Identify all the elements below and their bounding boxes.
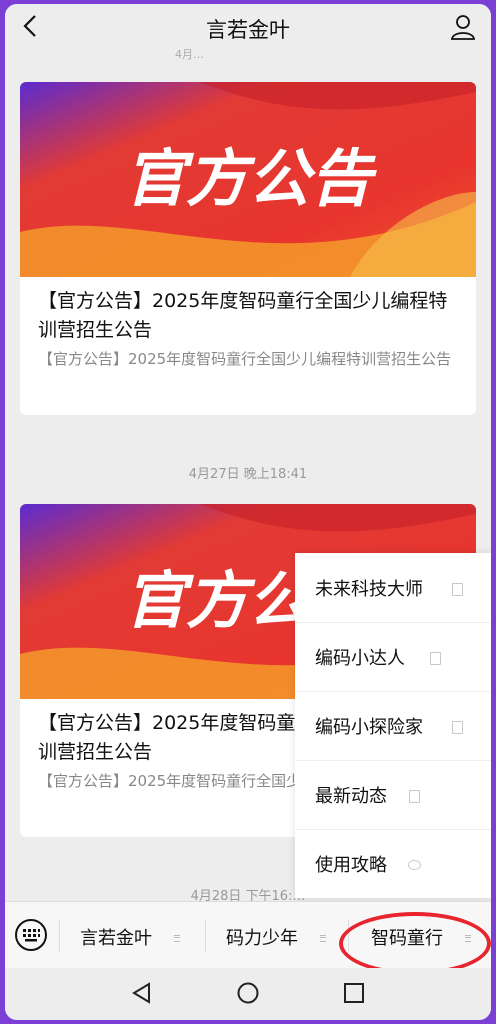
doc-icon — [452, 721, 463, 734]
nav-back-icon[interactable] — [130, 981, 154, 1005]
menu-item-label: 编码小达人 — [315, 648, 405, 669]
menu-item-label: 最新动态 — [315, 786, 387, 807]
wechat-official-account-screen: 言若金叶 4月… 官方公告 【官方公告】2025年度智码童行全国少儿编程特训营招 — [5, 4, 491, 1020]
doc-icon — [452, 583, 463, 596]
banner-title: 官方公告 — [124, 142, 377, 215]
announcement-banner-image: 官方公告 — [20, 82, 476, 277]
message-timestamp: 4月27日 晚上18:41 — [188, 467, 308, 482]
top-bar: 言若金叶 — [5, 4, 491, 48]
tab-yanruo-jinye[interactable]: 言若金叶 — [60, 902, 205, 969]
tab-mali-shaonian[interactable]: 码力少年 — [206, 902, 348, 969]
menu-lines-icon — [320, 935, 326, 942]
nav-recents-icon[interactable] — [342, 981, 366, 1005]
menu-item-usage-guide[interactable]: 使用攻略 — [295, 829, 491, 898]
page-title: 言若金叶 — [206, 18, 290, 42]
tab-label: 言若金叶 — [80, 928, 152, 949]
submenu-popup: 未来科技大师 编码小达人 编码小探险家 最新动态 使用攻略 — [295, 553, 491, 898]
nav-home-icon[interactable] — [236, 981, 260, 1005]
tab-label: 码力少年 — [226, 928, 298, 949]
menu-item-label: 使用攻略 — [315, 855, 387, 876]
menu-lines-icon — [174, 935, 180, 942]
menu-item-label: 编码小探险家 — [315, 717, 423, 738]
profile-icon[interactable] — [449, 13, 477, 41]
keyboard-icon[interactable] — [14, 918, 48, 952]
menu-item-label: 未来科技大师 — [315, 579, 423, 600]
doc-icon — [430, 652, 441, 665]
article-card[interactable]: 官方公告 【官方公告】2025年度智码童行全国少儿编程特训营招生公告 【官方公告… — [20, 82, 476, 415]
menu-item-future-tech-master[interactable]: 未来科技大师 — [295, 553, 491, 623]
android-nav-bar — [5, 968, 491, 1020]
partial-timestamp: 4月… — [175, 48, 204, 61]
menu-item-coding-explorer[interactable]: 编码小探险家 — [295, 691, 491, 761]
article-title: 【官方公告】2025年度智码童行全国少儿编程特训营招生公告 — [38, 290, 448, 341]
red-annotation-circle — [339, 912, 491, 975]
menu-item-coding-expert[interactable]: 编码小达人 — [295, 622, 491, 692]
article-description: 【官方公告】2025年度智码童行全国少儿编程特训营招生公告 — [38, 350, 452, 368]
menu-item-latest-news[interactable]: 最新动态 — [295, 760, 491, 830]
chat-bubble-icon — [408, 860, 421, 870]
doc-icon — [409, 790, 420, 803]
